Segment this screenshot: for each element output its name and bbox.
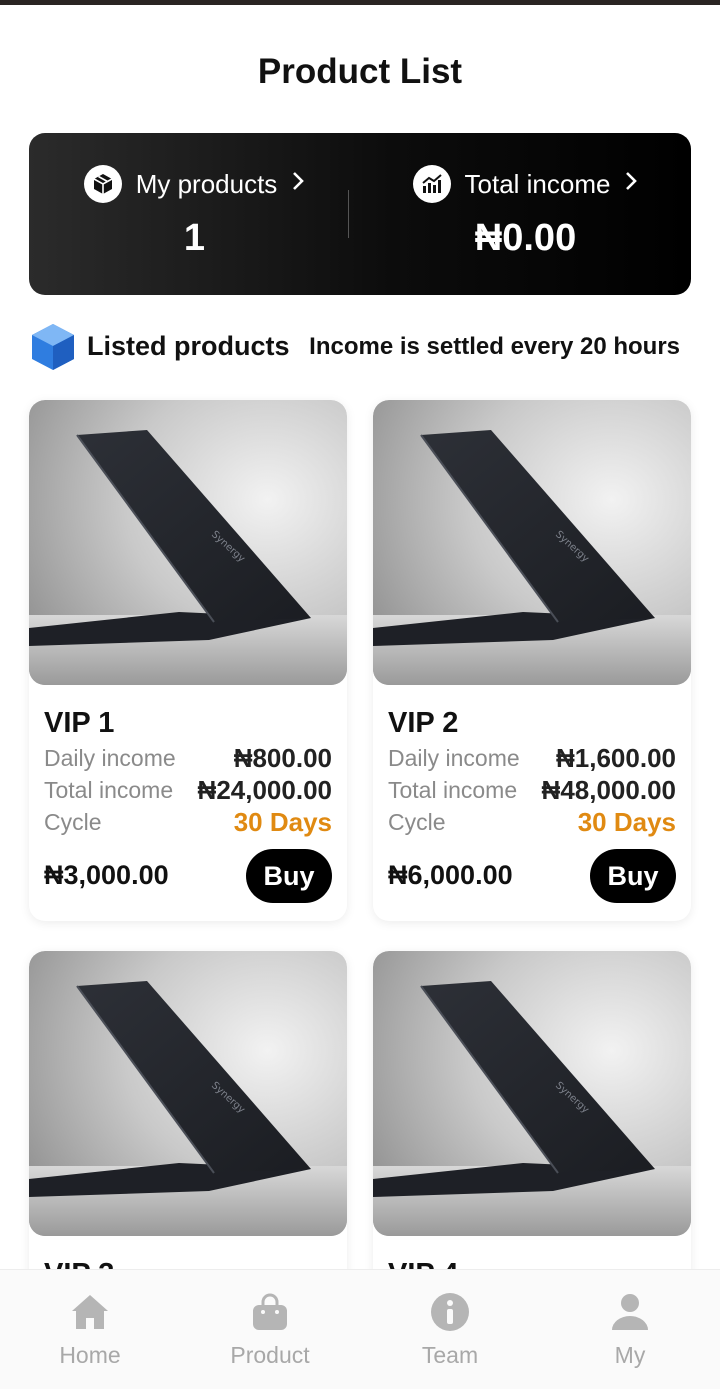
daily-income-label: Daily income bbox=[388, 745, 520, 771]
product-name: VIP 2 bbox=[388, 707, 459, 739]
total-income-label: Total income bbox=[464, 168, 611, 199]
total-income-label: Total income bbox=[44, 777, 174, 803]
nav-item-my[interactable]: My bbox=[540, 1270, 720, 1389]
product-price: ₦6,000.00 bbox=[388, 860, 513, 890]
cube-icon bbox=[30, 322, 76, 377]
total-income-row: Total income ₦48,000.00 bbox=[388, 775, 676, 805]
chevron-right-icon bbox=[291, 170, 305, 199]
product-price: ₦3,000.00 bbox=[44, 860, 169, 890]
nav-item-product[interactable]: Product bbox=[180, 1270, 360, 1389]
product-card-vip-1[interactable]: Synergy VIP 1 Daily income ₦800.00 Total… bbox=[29, 400, 347, 921]
nav-label: Team bbox=[421, 1342, 479, 1368]
buy-button[interactable]: Buy bbox=[590, 849, 676, 903]
product-image: Synergy bbox=[29, 951, 347, 1236]
nav-label: My bbox=[614, 1342, 646, 1368]
my-products-value: 1 bbox=[183, 217, 206, 259]
status-strip bbox=[0, 0, 720, 5]
section-title: Listed products bbox=[87, 331, 290, 361]
daily-income-row: Daily income ₦1,600.00 bbox=[388, 743, 676, 773]
daily-income-label: Daily income bbox=[44, 745, 176, 771]
my-products-summary[interactable]: My products 1 bbox=[29, 133, 360, 295]
cycle-value: 30 Days bbox=[233, 807, 332, 837]
cycle-label: Cycle bbox=[388, 809, 446, 835]
home-icon bbox=[70, 1292, 110, 1332]
summary-divider bbox=[348, 190, 349, 238]
section-header: Listed products Income is settled every … bbox=[30, 322, 690, 372]
bag-icon bbox=[250, 1292, 290, 1332]
total-income-row: Total income ₦24,000.00 bbox=[44, 775, 332, 805]
cycle-row: Cycle 30 Days bbox=[388, 807, 676, 837]
total-income-value: ₦48,000.00 bbox=[541, 775, 676, 805]
nav-item-team[interactable]: Team bbox=[360, 1270, 540, 1389]
settlement-note: Income is settled every 20 hours bbox=[309, 333, 680, 360]
info-icon bbox=[430, 1292, 470, 1332]
cycle-value: 30 Days bbox=[577, 807, 676, 837]
chevron-right-icon bbox=[624, 170, 638, 199]
nav-label: Home bbox=[59, 1342, 121, 1368]
nav-item-home[interactable]: Home bbox=[0, 1270, 180, 1389]
cycle-label: Cycle bbox=[44, 809, 102, 835]
buy-button[interactable]: Buy bbox=[246, 849, 332, 903]
cycle-row: Cycle 30 Days bbox=[44, 807, 332, 837]
total-income-label: Total income bbox=[388, 777, 518, 803]
page-title: Product List bbox=[257, 52, 463, 91]
nav-label: Product bbox=[230, 1342, 310, 1368]
product-image: Synergy bbox=[373, 400, 691, 685]
total-income-value: ₦24,000.00 bbox=[197, 775, 332, 805]
my-products-label: My products bbox=[135, 168, 278, 199]
product-image: Synergy bbox=[373, 951, 691, 1236]
product-card-vip-2[interactable]: Synergy VIP 2 Daily income ₦1,600.00 Tot… bbox=[373, 400, 691, 921]
daily-income-value: ₦800.00 bbox=[233, 743, 332, 773]
daily-income-row: Daily income ₦800.00 bbox=[44, 743, 332, 773]
box-icon bbox=[83, 165, 122, 203]
total-income-summary[interactable]: Total income ₦0.00 bbox=[360, 133, 691, 295]
total-income-value: ₦0.00 bbox=[474, 217, 577, 259]
daily-income-value: ₦1,600.00 bbox=[556, 743, 676, 773]
summary-card: My products 1 Total income ₦0.00 bbox=[29, 133, 691, 295]
chart-icon bbox=[412, 165, 451, 203]
bottom-nav: Home Product Team My bbox=[0, 1269, 720, 1389]
product-image: Synergy bbox=[29, 400, 347, 685]
product-name: VIP 1 bbox=[44, 707, 115, 739]
user-icon bbox=[610, 1292, 650, 1332]
